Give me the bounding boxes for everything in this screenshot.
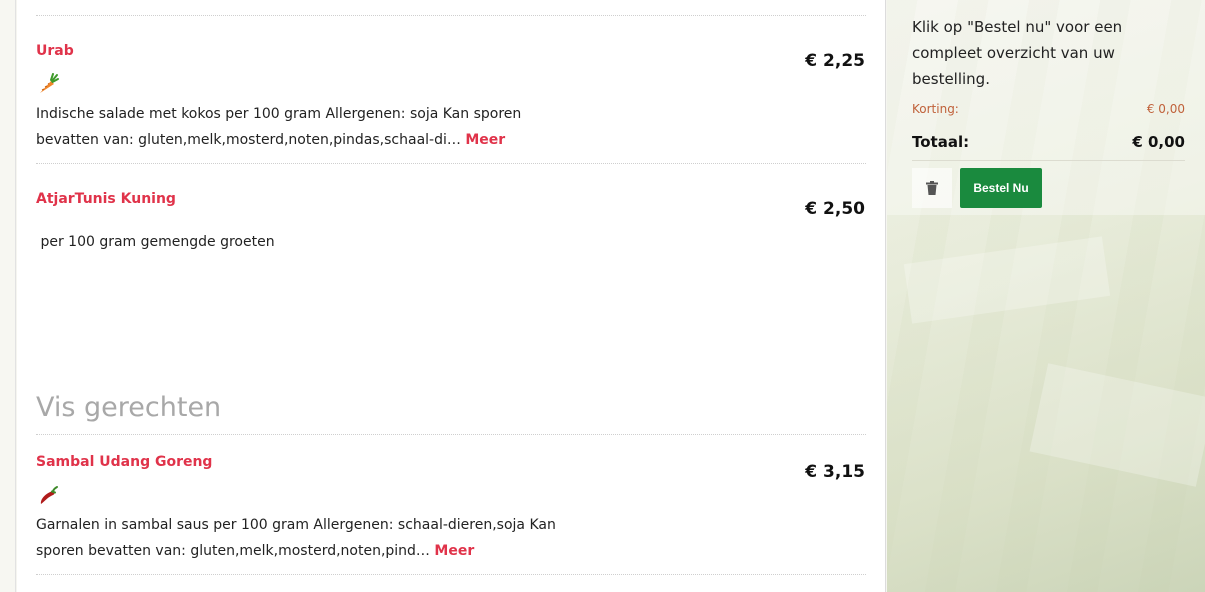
cart-summary: Klik op "Bestel nu" voor een compleet ov… — [887, 0, 1205, 215]
background-photo — [1029, 363, 1205, 487]
carrot-icon — [40, 73, 59, 93]
korting-value: € 0,00 — [1146, 102, 1185, 116]
left-gutter — [0, 0, 16, 592]
item-name[interactable]: Urab — [36, 43, 74, 59]
order-now-button[interactable]: Bestel Nu — [960, 168, 1042, 208]
more-link[interactable]: Meer — [465, 132, 505, 148]
more-link[interactable]: Meer — [434, 543, 474, 559]
divider — [36, 163, 866, 164]
chili-pepper-icon — [40, 486, 58, 504]
description-text: Garnalen in sambal saus per 100 gram All… — [36, 517, 556, 559]
divider — [36, 434, 866, 435]
cart-panel: Klik op "Bestel nu" voor een compleet ov… — [887, 0, 1205, 592]
totaal-label: Totaal: — [912, 133, 970, 151]
menu-panel: Urab € 2,25 Indische salade met kokos pe… — [17, 0, 886, 592]
background-photo — [903, 236, 1111, 324]
clear-cart-button[interactable] — [912, 168, 952, 208]
item-name[interactable]: AtjarTunis Kuning — [36, 191, 176, 207]
divider — [36, 574, 866, 575]
cart-divider — [912, 160, 1185, 161]
trash-icon — [926, 181, 938, 195]
item-name[interactable]: Sambal Udang Goreng — [36, 454, 212, 470]
item-description: Garnalen in sambal saus per 100 gram All… — [36, 512, 581, 564]
item-price: € 2,50 — [805, 199, 865, 219]
korting-label: Korting: — [912, 102, 959, 116]
totaal-value: € 0,00 — [1132, 133, 1185, 151]
description-text: Indische salade met kokos per 100 gram A… — [36, 106, 522, 148]
item-description: Indische salade met kokos per 100 gram A… — [36, 101, 576, 153]
item-price: € 2,25 — [805, 51, 865, 71]
divider — [36, 15, 866, 16]
item-price: € 3,15 — [805, 462, 865, 482]
item-description: per 100 gram gemengde groeten — [36, 234, 275, 250]
cart-message: Klik op "Bestel nu" voor een compleet ov… — [912, 18, 1123, 88]
section-title-vis-gerechten: Vis gerechten — [36, 392, 222, 423]
